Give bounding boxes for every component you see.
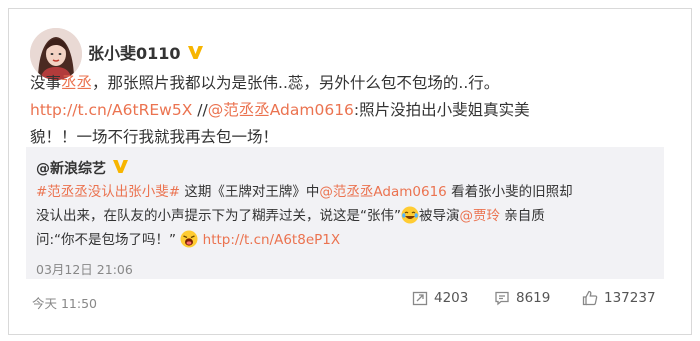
comment-button[interactable]: 8619: [494, 290, 550, 306]
post-timestamp[interactable]: 今天 11:50: [32, 293, 97, 312]
like-count: 137237: [604, 290, 656, 306]
short-url-link[interactable]: http://t.cn/A6t8eP1X: [203, 232, 340, 248]
repost-count: 4203: [434, 290, 469, 306]
verified-v-badge-icon: [113, 160, 128, 173]
mention-link[interactable]: @范丞丞Adam0616: [208, 101, 354, 119]
mention-link[interactable]: @范丞丞Adam0616: [319, 184, 446, 200]
username-text[interactable]: 张小斐0110: [88, 44, 181, 63]
comment-icon: [495, 291, 509, 306]
like-button[interactable]: 137237: [582, 290, 656, 306]
comment-count: 8619: [516, 290, 551, 306]
quoted-line-3: 问:“你不是包场了吗！” http://t.cn/A6t8eP1X: [36, 230, 341, 248]
quoted-timestamp[interactable]: 03月12日 21:06: [36, 259, 133, 278]
repost-button[interactable]: 4203: [412, 290, 468, 306]
short-url-link[interactable]: http://t.cn/A6tREw5X: [30, 101, 192, 119]
post-line-1: 没事丞丞，那张照片我都以为是张伟..蕊，另外什么包不包场的..行。: [30, 74, 500, 92]
quoted-author[interactable]: @新浪综艺: [36, 158, 129, 178]
quoted-line-2: 没认出来，在队友的小声提示下为了糊弄过关，说这是“张伟” 被导演@贾玲 亲自质: [36, 206, 545, 224]
post-text: 没事丞丞，那张照片我都以为是张伟..蕊，另外什么包不包场的..行。 http:/…: [30, 70, 650, 151]
thumbs-up-icon: [582, 290, 598, 306]
mention-link[interactable]: @贾玲: [460, 208, 501, 224]
verified-v-badge-icon: [187, 46, 203, 59]
repost-icon: [412, 291, 428, 306]
hashtag-link[interactable]: #范丞丞没认出张小斐#: [36, 184, 180, 200]
quoted-line-1: #范丞丞没认出张小斐# 这期《王牌对王牌》中@范丞丞Adam0616 看着张小斐…: [36, 184, 573, 200]
laughing-tears-emoji: [401, 206, 419, 224]
shouting-emoji: [180, 230, 198, 248]
username[interactable]: 张小斐0110: [88, 40, 204, 64]
quoted-text: #范丞丞没认出张小斐# 这期《王牌对王牌》中@范丞丞Adam0616 看着张小斐…: [36, 180, 656, 252]
quoted-post[interactable]: @新浪综艺 #范丞丞没认出张小斐# 这期《王牌对王牌》中@范丞丞Adam0616…: [26, 147, 664, 279]
post-line-2: http://t.cn/A6tREw5X //@范丞丞Adam0616:照片没拍…: [30, 101, 530, 119]
mention-link[interactable]: 丞丞: [61, 74, 92, 92]
